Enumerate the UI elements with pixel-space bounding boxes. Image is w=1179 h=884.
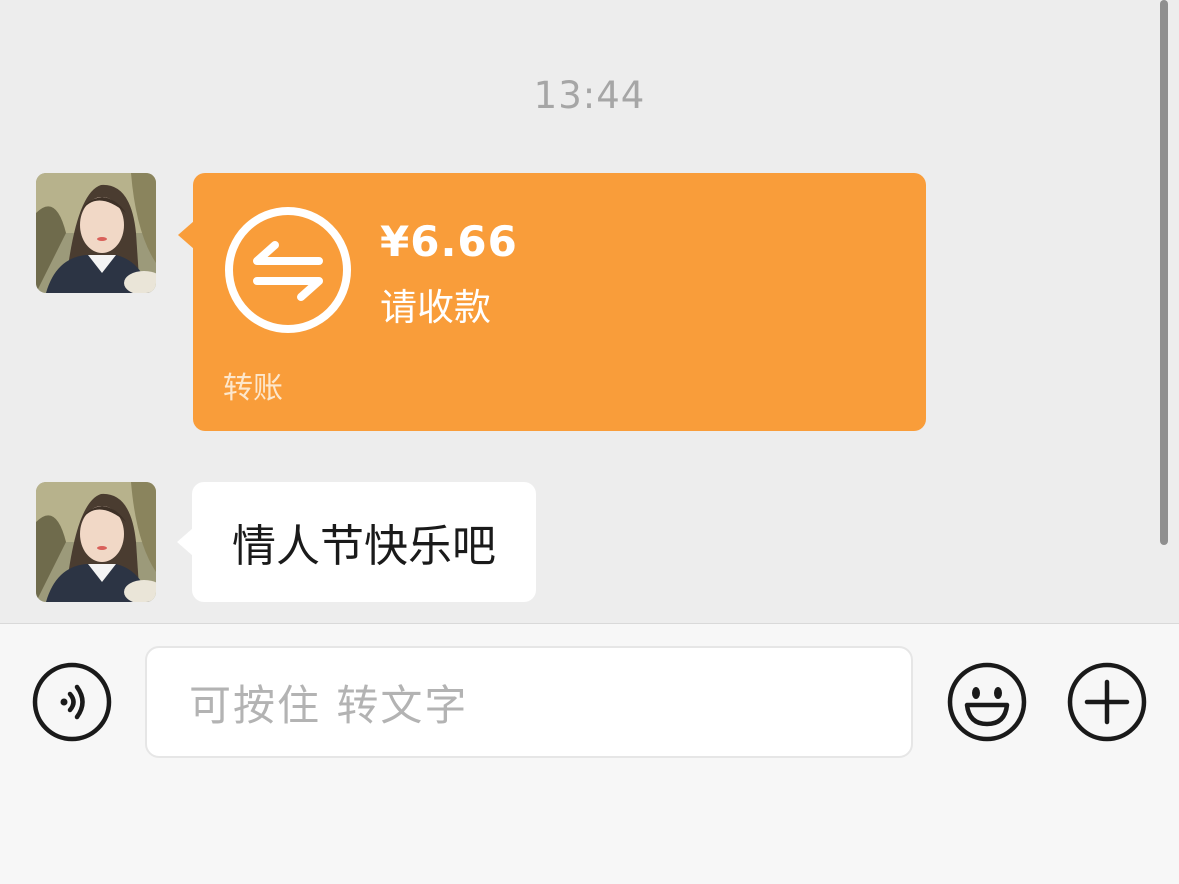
voice-button[interactable] [32, 662, 112, 742]
contact-avatar[interactable] [36, 482, 156, 602]
message-input[interactable]: 可按住 转文字 [145, 646, 913, 758]
transfer-arrows-icon [225, 207, 351, 333]
plus-icon [1067, 662, 1147, 742]
transfer-label: 转账 [223, 371, 283, 406]
emoji-button[interactable] [947, 662, 1027, 742]
chat-screen: 13:44 ¥6.66 请收款 转账 情人节快乐吧 可按住 转文字 [0, 0, 1179, 884]
message-timestamp: 13:44 [533, 74, 646, 117]
emoji-icon [947, 662, 1027, 742]
transfer-amount: ¥6.66 [380, 217, 518, 266]
transfer-card[interactable]: ¥6.66 请收款 转账 [178, 173, 926, 431]
voice-icon [32, 662, 112, 742]
input-bar: 可按住 转文字 [0, 623, 1179, 884]
contact-avatar[interactable] [36, 173, 156, 293]
avatar-photo [36, 482, 156, 602]
more-button[interactable] [1067, 662, 1147, 742]
message-text: 情人节快乐吧 [232, 521, 496, 572]
avatar-photo [36, 173, 156, 293]
message-bubble[interactable]: 情人节快乐吧 [177, 482, 536, 602]
input-placeholder: 可按住 转文字 [189, 680, 469, 730]
transfer-status: 请收款 [380, 286, 491, 329]
